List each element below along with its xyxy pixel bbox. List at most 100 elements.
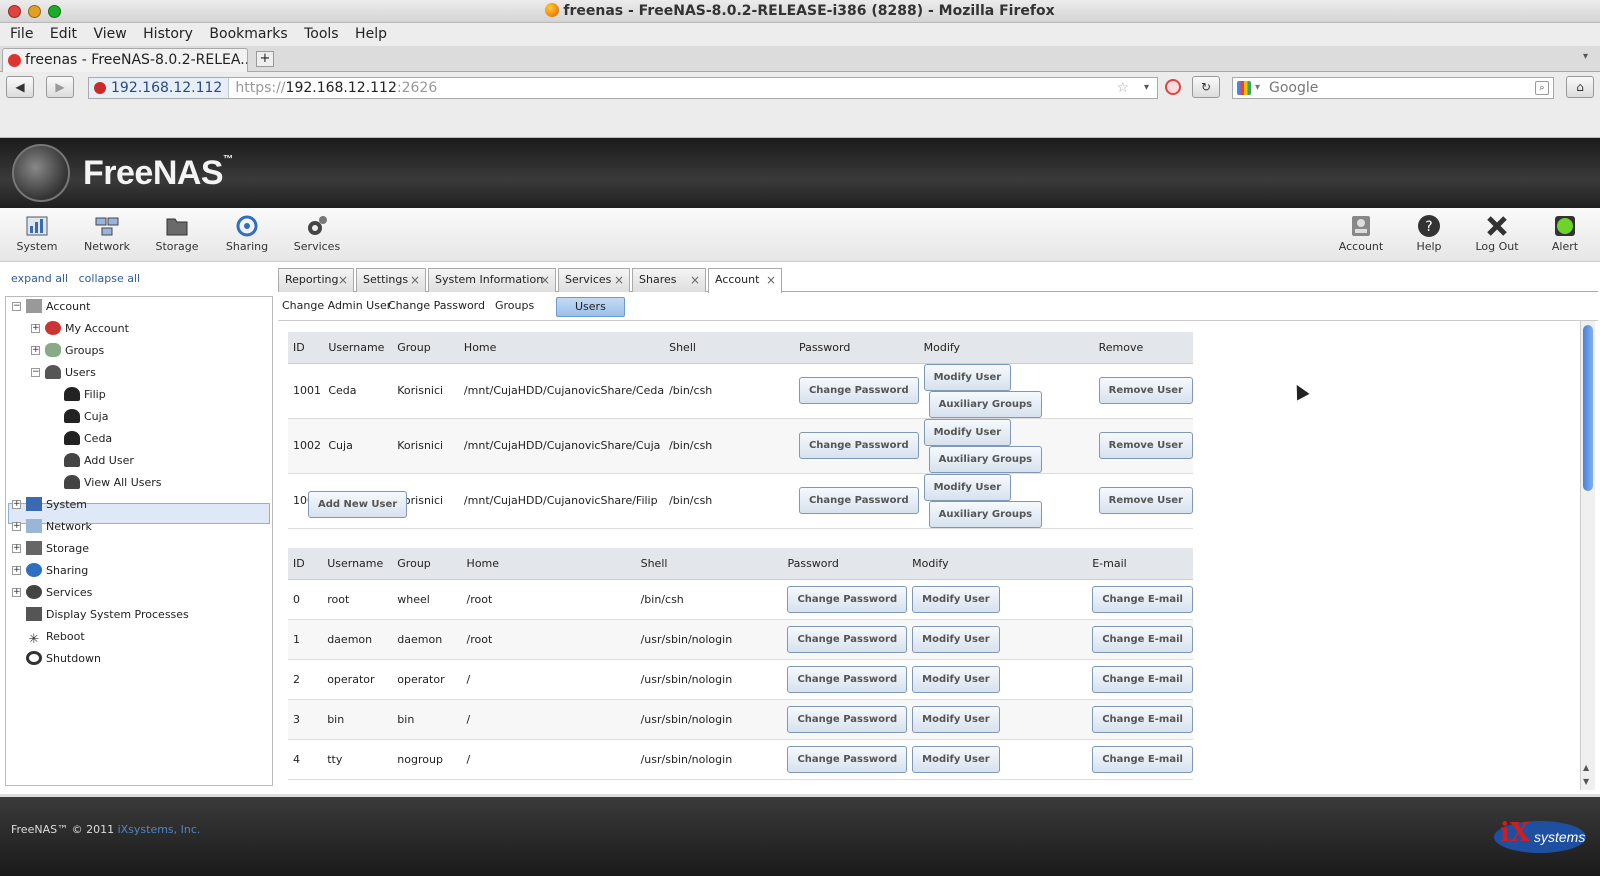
nav-help-button[interactable]: ? Help: [1396, 210, 1462, 253]
expand-sharing-icon[interactable]: +: [12, 566, 21, 575]
minimize-window-button[interactable]: [28, 5, 41, 18]
bookmark-star-icon[interactable]: ☆: [1116, 78, 1129, 98]
maximize-window-button[interactable]: [48, 5, 61, 18]
expand-groups-icon[interactable]: +: [31, 346, 40, 355]
tree-item-shutdown[interactable]: Shutdown: [26, 649, 101, 669]
tab-account[interactable]: Account ×: [708, 268, 782, 293]
subtab-change-password[interactable]: Change Password: [384, 297, 489, 317]
tree-item-storage[interactable]: Storage: [26, 539, 89, 559]
ixsystems-link[interactable]: iXsystems, Inc.: [118, 823, 201, 836]
expand-storage-icon[interactable]: +: [12, 544, 21, 553]
modify-user-button[interactable]: Modify User: [912, 665, 1000, 693]
modify-user-button[interactable]: Modify User: [923, 363, 1012, 391]
modify-user-button[interactable]: Modify User: [912, 585, 1000, 613]
change-email-button[interactable]: Change E-mail: [1092, 665, 1193, 693]
modify-user-button[interactable]: Modify User: [923, 418, 1012, 446]
tree-item-add-user[interactable]: Add User: [64, 451, 134, 471]
nav-network-button[interactable]: Network: [74, 210, 140, 253]
expand-services-icon[interactable]: +: [12, 588, 21, 597]
menu-view[interactable]: View: [93, 26, 126, 42]
change-email-button[interactable]: Change E-mail: [1092, 585, 1193, 613]
nav-system-button[interactable]: System: [4, 210, 70, 253]
tree-item-network[interactable]: Network: [26, 517, 92, 537]
tab-reporting[interactable]: Reporting ×: [278, 268, 354, 292]
nav-sharing-button[interactable]: Sharing: [214, 210, 280, 253]
remove-user-button[interactable]: Remove User: [1098, 377, 1193, 404]
tree-item-user-ceda[interactable]: Ceda: [64, 429, 112, 449]
change-password-button[interactable]: Change Password: [798, 432, 919, 459]
reload-button[interactable]: ↻: [1192, 76, 1220, 98]
close-tab-icon[interactable]: ×: [614, 269, 624, 291]
modify-user-button[interactable]: Modify User: [923, 473, 1012, 501]
nav-storage-button[interactable]: Storage: [144, 210, 210, 253]
collapse-account-icon[interactable]: −: [12, 302, 21, 311]
modify-user-button[interactable]: Modify User: [912, 745, 1000, 773]
menu-bookmarks[interactable]: Bookmarks: [209, 26, 287, 42]
change-password-button[interactable]: Change Password: [787, 705, 908, 733]
auxiliary-groups-button[interactable]: Auxiliary Groups: [928, 445, 1043, 473]
subtab-change-admin-user[interactable]: Change Admin User: [278, 297, 395, 317]
change-password-button[interactable]: Change Password: [798, 377, 919, 404]
browser-tab[interactable]: freenas - FreeNAS-8.0.2-RELEA...: [2, 48, 248, 72]
auxiliary-groups-button[interactable]: Auxiliary Groups: [928, 390, 1043, 418]
close-window-button[interactable]: [8, 5, 21, 18]
tree-item-groups[interactable]: Groups: [45, 341, 104, 361]
change-password-button[interactable]: Change Password: [787, 625, 908, 653]
nav-services-button[interactable]: Services: [284, 210, 350, 253]
tree-item-display-processes[interactable]: Display System Processes: [26, 605, 189, 625]
nav-alert-button[interactable]: Alert: [1532, 210, 1598, 253]
expand-all-link[interactable]: expand all: [11, 272, 68, 285]
subtab-users[interactable]: Users: [556, 297, 625, 317]
tree-item-sharing[interactable]: Sharing: [26, 561, 88, 581]
close-tab-icon[interactable]: ×: [410, 269, 420, 291]
address-bar[interactable]: 192.168.12.112 https://192.168.12.112:262…: [88, 77, 1158, 99]
home-button[interactable]: ⌂: [1566, 76, 1594, 98]
remove-user-button[interactable]: Remove User: [1098, 432, 1193, 459]
change-email-button[interactable]: Change E-mail: [1092, 705, 1193, 733]
ixsystems-logo[interactable]: iX systems: [1490, 805, 1586, 865]
expand-my-account-icon[interactable]: +: [31, 324, 40, 333]
tree-item-view-all-users[interactable]: View All Users: [64, 473, 162, 493]
expand-system-icon[interactable]: +: [12, 500, 21, 509]
tree-item-system[interactable]: System: [26, 495, 87, 515]
expand-network-icon[interactable]: +: [12, 522, 21, 531]
menu-tools[interactable]: Tools: [304, 26, 339, 42]
change-password-button[interactable]: Change Password: [787, 585, 908, 613]
new-tab-button[interactable]: +: [256, 51, 274, 67]
tree-item-services[interactable]: Services: [26, 583, 92, 603]
close-tab-icon[interactable]: ×: [690, 269, 700, 291]
remove-user-button[interactable]: Remove User: [1098, 487, 1193, 514]
tree-item-user-cuja[interactable]: Cuja: [64, 407, 108, 427]
url-dropdown-icon[interactable]: ▾: [1144, 78, 1149, 98]
menu-edit[interactable]: Edit: [50, 26, 77, 42]
scrollbar-thumb[interactable]: [1583, 325, 1593, 491]
close-tab-icon[interactable]: ×: [766, 269, 776, 291]
close-tab-icon[interactable]: ×: [338, 269, 348, 291]
menu-file[interactable]: File: [10, 26, 33, 42]
content-scrollbar[interactable]: ▲ ▼: [1580, 321, 1595, 790]
modify-user-button[interactable]: Modify User: [912, 625, 1000, 653]
search-input[interactable]: ▾ Google ⌕: [1232, 77, 1554, 99]
stop-icon[interactable]: [1165, 79, 1181, 95]
close-tab-icon[interactable]: ×: [540, 269, 550, 291]
scroll-up-icon[interactable]: ▲: [1583, 763, 1589, 772]
scroll-down-icon[interactable]: ▼: [1583, 777, 1589, 786]
tree-item-reboot[interactable]: ✳ Reboot: [26, 627, 85, 647]
collapse-all-link[interactable]: collapse all: [79, 272, 140, 285]
modify-user-button[interactable]: Modify User: [912, 705, 1000, 733]
change-password-button[interactable]: Change Password: [787, 745, 908, 773]
search-engine-dropdown-icon[interactable]: ▾: [1255, 78, 1260, 98]
tree-item-users[interactable]: Users: [45, 363, 96, 383]
add-new-user-button[interactable]: Add New User: [308, 491, 408, 518]
forward-button[interactable]: ▶: [46, 76, 74, 98]
tree-item-user-filip[interactable]: Filip: [64, 385, 106, 405]
search-icon[interactable]: ⌕: [1535, 81, 1549, 95]
change-password-button[interactable]: Change Password: [798, 487, 919, 514]
subtab-groups[interactable]: Groups: [491, 297, 538, 317]
nav-logout-button[interactable]: Log Out: [1464, 210, 1530, 253]
menu-help[interactable]: Help: [355, 26, 387, 42]
auxiliary-groups-button[interactable]: Auxiliary Groups: [928, 500, 1043, 528]
site-identity[interactable]: 192.168.12.112: [89, 78, 230, 98]
nav-account-button[interactable]: Account: [1328, 210, 1394, 253]
tab-services[interactable]: Services ×: [558, 268, 630, 292]
